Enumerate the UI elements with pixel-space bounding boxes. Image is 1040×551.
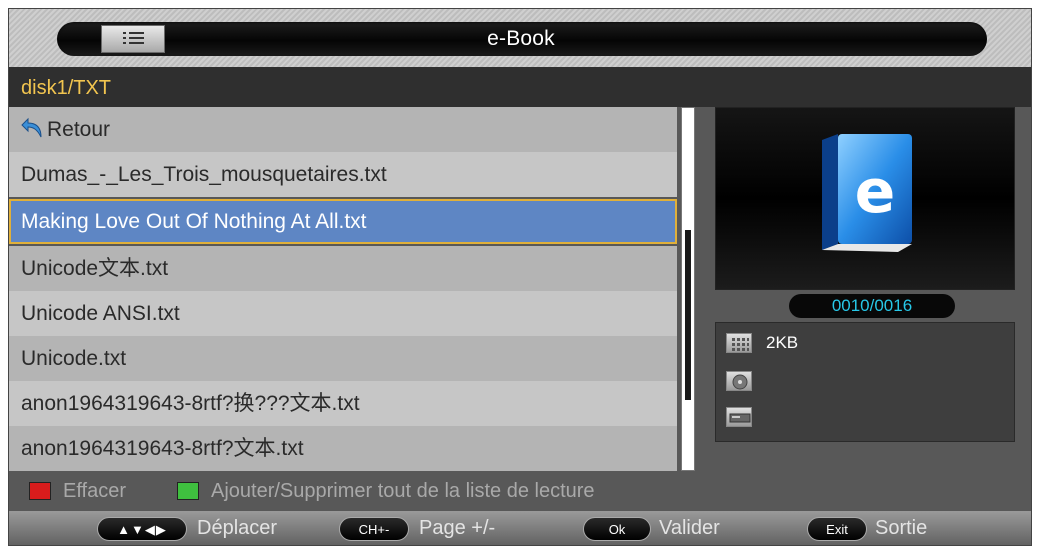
- list-item-label: anon1964319643-8rtf?换???文本.txt: [21, 392, 360, 415]
- list-item-label: Retour: [47, 118, 111, 141]
- file-info-panel: 2KB: [715, 322, 1015, 442]
- list-item-label: anon1964319643-8rtf?文本.txt: [21, 437, 304, 460]
- scrollbar-thumb[interactable]: [685, 230, 691, 400]
- preview-panel: e: [715, 107, 1015, 290]
- list-item[interactable]: anon1964319643-8rtf?换???文本.txt: [9, 381, 677, 426]
- current-path: disk1/TXT: [21, 77, 112, 99]
- device-icon: [726, 407, 752, 427]
- list-item-label: Unicode ANSI.txt: [21, 302, 180, 325]
- exit-key[interactable]: Exit: [807, 517, 867, 541]
- svg-text:e: e: [855, 157, 896, 227]
- footer-bar: ▲▼◀▶ Déplacer CH+- Page +/- Ok Valider E…: [9, 511, 1031, 545]
- ok-key[interactable]: Ok: [583, 517, 651, 541]
- green-key-label: Ajouter/Supprimer tout de la liste de le…: [211, 480, 595, 502]
- app-title: e-Book: [487, 27, 555, 50]
- move-label: Déplacer: [197, 517, 278, 539]
- red-key-icon: [29, 482, 51, 500]
- ebook-screen: e-Book disk1/TXT Retour Dumas_-_Les_Troi…: [8, 8, 1032, 546]
- exit-label: Sortie: [875, 517, 928, 539]
- list-item-label: Unicode.txt: [21, 347, 127, 370]
- title-bar: e-Book: [9, 9, 1031, 67]
- grid-icon: [726, 333, 752, 353]
- move-key[interactable]: ▲▼◀▶: [97, 517, 187, 541]
- scrollbar[interactable]: [681, 107, 695, 471]
- red-key-label: Effacer: [63, 480, 126, 502]
- ok-label: Valider: [659, 517, 720, 539]
- list-item-label: Making Love Out Of Nothing At All.txt: [21, 210, 367, 233]
- file-list: Retour Dumas_-_Les_Trois_mousquetaires.t…: [9, 107, 677, 473]
- file-size: 2KB: [766, 333, 799, 352]
- list-item-label: Dumas_-_Les_Trois_mousquetaires.txt: [21, 163, 387, 186]
- list-item[interactable]: Dumas_-_Les_Trois_mousquetaires.txt: [9, 152, 677, 197]
- list-item-back[interactable]: Retour: [9, 107, 677, 152]
- page-label: Page +/-: [419, 517, 496, 539]
- color-key-legend: Effacer Ajouter/Supprimer tout de la lis…: [9, 473, 1031, 511]
- list-item-label: Unicode文本.txt: [21, 257, 169, 280]
- file-counter: 0010/0016: [789, 294, 955, 318]
- disc-icon: [726, 371, 752, 391]
- list-item[interactable]: Unicode文本.txt: [9, 246, 677, 291]
- page-key[interactable]: CH+-: [339, 517, 409, 541]
- list-item[interactable]: Unicode.txt: [9, 336, 677, 381]
- green-key-icon: [177, 482, 199, 500]
- path-bar: disk1/TXT: [9, 67, 1031, 107]
- list-item[interactable]: Unicode ANSI.txt: [9, 291, 677, 336]
- back-arrow-icon: [21, 117, 42, 138]
- ebook-icon: e: [822, 134, 912, 252]
- list-item[interactable]: anon1964319643-8rtf?文本.txt: [9, 426, 677, 471]
- list-item-selected[interactable]: Making Love Out Of Nothing At All.txt: [9, 199, 677, 244]
